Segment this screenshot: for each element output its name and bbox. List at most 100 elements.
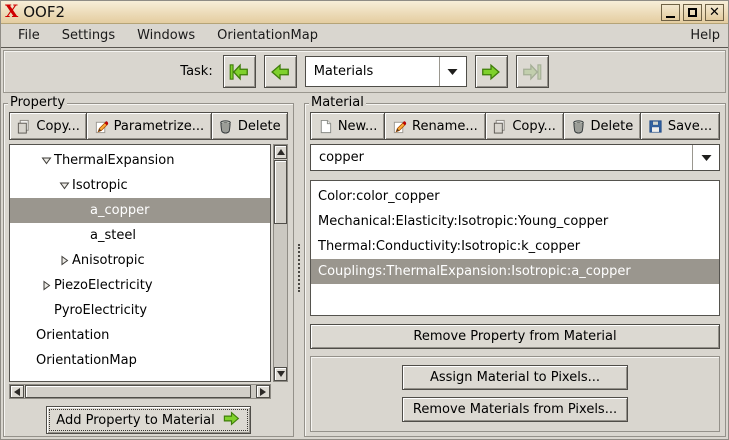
tree-item-orientationmap[interactable]: OrientationMap — [10, 348, 270, 373]
arrow-next-icon — [480, 61, 502, 83]
menu-orientationmap[interactable]: OrientationMap — [206, 25, 329, 46]
add-property-row: Add Property to Material — [9, 406, 288, 434]
task-first-button[interactable] — [222, 55, 256, 88]
expander-closed-icon[interactable] — [38, 280, 54, 291]
close-button[interactable]: ✕ — [705, 3, 724, 21]
tree-item-thermalexpansion[interactable]: ThermalExpansion — [10, 148, 270, 173]
expander-open-icon[interactable] — [38, 155, 54, 166]
tree-item-a_copper[interactable]: a_copper — [10, 198, 270, 223]
tree-item-label: ThermalExpansion — [54, 153, 175, 168]
material-property-row[interactable]: Couplings:ThermalExpansion:Isotropic:a_c… — [311, 259, 719, 284]
property-copy-button[interactable]: Copy... — [9, 112, 88, 140]
property-parametrize-button[interactable]: Parametrize... — [86, 112, 212, 140]
button-label: Copy... — [36, 118, 80, 134]
tree-item-isotropic[interactable]: Isotropic — [10, 173, 270, 198]
close-icon: ✕ — [709, 4, 720, 20]
task-back-button[interactable] — [263, 55, 297, 88]
property-panel: Property Copy... Parametrize... Delete The… — [3, 95, 294, 437]
trash-icon — [218, 119, 233, 134]
add-property-button[interactable]: Add Property to Material — [46, 406, 251, 434]
chevron-down-icon — [440, 68, 466, 76]
tree-item-piezoelectricity[interactable]: PiezoElectricity — [10, 273, 270, 298]
material-property-row[interactable]: Mechanical:Elasticity:Isotropic:Young_co… — [311, 209, 719, 234]
divider-grip-icon — [298, 244, 300, 292]
task-label: Task: — [180, 64, 213, 79]
green-arrow-right-icon — [222, 409, 241, 432]
tree-item-label: Orientation — [36, 328, 110, 343]
tree-item-a_steel[interactable]: a_steel — [10, 223, 270, 248]
x11-logo-icon: X — [5, 1, 19, 22]
new-icon — [318, 119, 333, 134]
menubar: File Settings Windows OrientationMap Help — [1, 24, 728, 48]
arrow-right-icon — [260, 387, 266, 396]
tree-item-label: Anisotropic — [72, 253, 145, 268]
window-controls: ✕ — [661, 3, 724, 21]
expander-open-icon[interactable] — [56, 180, 72, 191]
horizontal-scrollbar[interactable] — [9, 384, 271, 399]
minimize-icon — [666, 15, 675, 18]
material-panel: Material New... Rename... Copy... Delete Sav… — [304, 95, 726, 437]
tree-item-label: OrientationMap — [36, 353, 137, 368]
material-property-row[interactable]: Thermal:Conductivity:Isotropic:k_copper — [311, 234, 719, 259]
task-navigation-bar: Task: Materials — [3, 50, 726, 93]
material-copy-button[interactable]: Copy... — [484, 112, 564, 140]
copy-icon — [492, 119, 507, 134]
assign-material-button[interactable]: Assign Material to Pixels... — [402, 365, 628, 390]
copy-icon — [16, 119, 31, 134]
material-delete-button[interactable]: Delete — [562, 112, 642, 140]
scroll-right-button[interactable] — [256, 385, 270, 398]
menu-help[interactable]: Help — [679, 25, 722, 46]
task-select-value: Materials — [313, 64, 374, 79]
material-property-row[interactable]: Color:color_copper — [311, 184, 719, 209]
button-label: Copy... — [512, 118, 556, 134]
scroll-trough[interactable] — [274, 225, 287, 367]
material-select[interactable]: copper — [310, 144, 720, 171]
tree-item-pyroelectricity[interactable]: PyroElectricity — [10, 298, 270, 323]
property-delete-button[interactable]: Delete — [210, 112, 289, 140]
chevron-down-icon — [693, 154, 719, 162]
panel-divider[interactable] — [294, 97, 304, 439]
task-select[interactable]: Materials — [304, 56, 467, 87]
pencil-icon — [392, 119, 407, 134]
menu-windows[interactable]: Windows — [126, 25, 206, 46]
scroll-up-button[interactable] — [274, 145, 287, 159]
tree-item-orientation[interactable]: Orientation — [10, 323, 270, 348]
titlebar[interactable]: X OOF2 ✕ — [1, 1, 728, 24]
horizontal-scroll-thumb[interactable] — [25, 385, 251, 398]
tree-item-label: PiezoElectricity — [54, 278, 153, 293]
task-next-button[interactable] — [474, 55, 508, 88]
main-area: Property Copy... Parametrize... Delete The… — [1, 95, 728, 439]
vertical-scrollbar[interactable] — [273, 144, 288, 382]
task-nav-forward-group — [474, 55, 549, 88]
expander-closed-icon[interactable] — [56, 255, 72, 266]
material-rename-button[interactable]: Rename... — [384, 112, 486, 140]
menu-items: File Settings Windows OrientationMap — [7, 25, 329, 46]
task-nav-back-group — [222, 55, 297, 88]
button-label: Save... — [667, 118, 713, 134]
pixel-actions-frame: Assign Material to Pixels... Remove Mater… — [310, 356, 720, 432]
property-panel-title: Property — [8, 95, 68, 110]
tree-item-anisotropic[interactable]: Anisotropic — [10, 248, 270, 273]
remove-materials-button[interactable]: Remove Materials from Pixels... — [402, 397, 628, 422]
material-new-button[interactable]: New... — [310, 112, 386, 140]
arrow-first-icon — [228, 61, 250, 83]
menu-settings[interactable]: Settings — [51, 25, 126, 46]
tree-item-label: a_copper — [90, 203, 150, 218]
material-property-list: Color:color_copper Mechanical:Elasticity:… — [310, 180, 720, 316]
scroll-left-button[interactable] — [10, 385, 24, 398]
material-toolbar: New... Rename... Copy... Delete Save... — [310, 112, 720, 140]
material-save-button[interactable]: Save... — [640, 112, 720, 140]
tree-item-label: a_steel — [90, 228, 136, 243]
minimize-button[interactable] — [661, 3, 680, 21]
window-title: OOF2 — [23, 3, 65, 21]
remove-property-button[interactable]: Remove Property from Material — [310, 324, 720, 349]
menu-file[interactable]: File — [7, 25, 51, 46]
property-tree-container: ThermalExpansion Isotropic a_copper a_steel… — [9, 144, 288, 399]
material-select-value: copper — [319, 150, 364, 165]
tree-item-label: PyroElectricity — [54, 303, 148, 318]
arrow-back-icon — [269, 61, 291, 83]
maximize-button[interactable] — [683, 3, 702, 21]
tree-item-label: Isotropic — [72, 178, 128, 193]
vertical-scroll-thumb[interactable] — [274, 160, 287, 224]
scroll-down-button[interactable] — [274, 367, 287, 381]
